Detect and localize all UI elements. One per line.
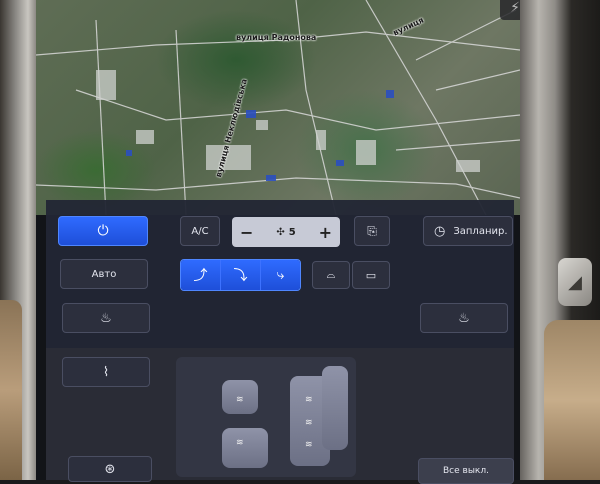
seat-heater-icon: ♨	[100, 310, 112, 326]
heat-indicator: ≋	[305, 395, 313, 405]
clock-icon: ◷	[434, 223, 446, 239]
front-defrost-button[interactable]: ⌓	[312, 261, 350, 289]
right-seat-leather	[544, 320, 600, 480]
recirculation-button[interactable]: ⎘	[354, 216, 390, 246]
rear-defrost-icon: ▭	[365, 268, 377, 282]
left-seat-leather	[0, 300, 22, 480]
window-switch: ◢	[558, 258, 592, 306]
power-icon: ⏻	[97, 223, 109, 239]
fan-decrease-button[interactable]: −	[240, 223, 253, 242]
schedule-button[interactable]: ◷ Запланир.	[423, 216, 513, 246]
heat-indicator: ≋	[236, 395, 244, 405]
rear-defrost-button[interactable]: ▭	[352, 261, 390, 289]
feet-airflow-icon[interactable]: ⤷	[261, 260, 300, 290]
heat-indicator: ≋	[236, 438, 244, 448]
face-airflow-icon[interactable]: ⤴	[181, 260, 221, 290]
rear-right-seat[interactable]	[322, 366, 348, 450]
flash-icon[interactable]: ⚡︎	[500, 0, 520, 20]
recirculation-icon: ⎘	[367, 223, 377, 238]
right-door-trim: ◢	[518, 0, 600, 480]
steering-wheel-heater-button[interactable]: ⊛	[68, 456, 152, 482]
driver-seat-heater-button[interactable]: ♨	[62, 303, 150, 333]
heat-indicator: ≋	[305, 418, 313, 428]
climate-power-button[interactable]: ⏻	[58, 216, 148, 246]
schedule-label: Запланир.	[453, 225, 508, 237]
ac-button[interactable]: A/C	[180, 216, 220, 246]
satellite-map[interactable]: вулиця Радонова вулиця Неклюдівська вули…	[36, 0, 520, 215]
fan-speed-control: − ✣ 5 +	[232, 217, 340, 247]
fan-speed-value: 5	[288, 226, 296, 238]
fan-icon: ✣	[276, 226, 285, 238]
auto-button[interactable]: Авто	[60, 259, 148, 289]
left-door-trim	[0, 0, 40, 480]
wiper-defrost-icon: ⌇	[102, 364, 110, 380]
seat-heater-icon: ♨	[458, 310, 470, 326]
face-feet-airflow-icon[interactable]: ⤵	[221, 260, 261, 290]
fan-increase-button[interactable]: +	[319, 223, 332, 242]
steering-wheel-heater-icon: ⊛	[104, 461, 116, 477]
airflow-mode-selector: ⤴ ⤵ ⤷	[180, 259, 301, 291]
second-row-left-seat[interactable]	[222, 428, 268, 468]
passenger-seat-heater-button[interactable]: ♨	[420, 303, 508, 333]
wiper-defrost-button[interactable]: ⌇	[62, 357, 150, 387]
front-defrost-icon: ⌓	[326, 268, 336, 281]
heat-indicator: ≋	[305, 440, 313, 450]
all-off-button[interactable]: Все выкл.	[418, 458, 514, 484]
street-label-radonova: вулиця Радонова	[236, 33, 317, 42]
